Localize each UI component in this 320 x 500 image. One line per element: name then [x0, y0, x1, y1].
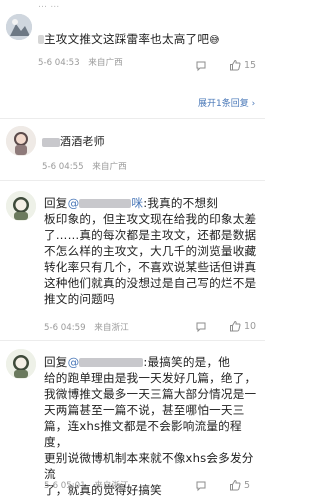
- avatar[interactable]: [6, 349, 36, 379]
- reply-line: 了……真的每次都是主攻文，还都是数据: [44, 228, 257, 242]
- reply-text: 回复@ 咪:我真的不想刻 板印象的，但主攻文现在给我的印象太差 了……真的每次都是…: [44, 195, 262, 307]
- mention-link[interactable]: @ 咪: [68, 196, 144, 210]
- reply-line: 篇，连xhs推文都是不会影响流量的程度，: [44, 419, 242, 449]
- avatar-image: [6, 14, 32, 40]
- reply-line: 这种他们就真的没想过是自己写的烂不是: [44, 276, 257, 290]
- comment-location: 来自浙江: [94, 323, 129, 333]
- comment-location: 来自广西: [88, 58, 123, 68]
- divider: [0, 118, 265, 119]
- divider: [0, 180, 265, 181]
- avatar[interactable]: [6, 14, 32, 40]
- avatar-image: [6, 126, 36, 156]
- avatar-image: [6, 191, 36, 221]
- like-count: 5: [244, 480, 251, 491]
- username-blur: [79, 199, 132, 208]
- avatar-image: [6, 349, 36, 379]
- reply-text: 回复@:最搞笑的是，他 给的跑单理由是我一天发好几篇，绝了， 我微博推文最多一天…: [44, 354, 262, 498]
- reply-line: 天两篇甚至一篇不说，甚至哪怕一天三: [44, 403, 245, 417]
- username[interactable]: 酒酒老师: [42, 134, 105, 150]
- like-count: 15: [244, 60, 257, 71]
- comment-date: 5-6 04:55: [42, 162, 84, 172]
- comment-meta: 5-6 04:55 来自广西: [42, 161, 127, 173]
- comment-text: 主攻文推文这踩雷率也太高了吧😅: [38, 31, 263, 47]
- like-icon[interactable]: [229, 479, 241, 491]
- avatar[interactable]: [6, 191, 36, 221]
- cropped-top-text: … …: [38, 0, 60, 10]
- reply-line: 板印象的，但主攻文现在给我的印象太差: [44, 212, 257, 226]
- chevron-right-icon: ›: [248, 99, 256, 109]
- comment-icon[interactable]: [195, 480, 207, 492]
- comment-date: 5-6 04:59: [44, 323, 86, 333]
- like-icon[interactable]: [229, 320, 241, 332]
- like-icon[interactable]: [229, 59, 241, 71]
- like-count: 10: [244, 321, 257, 332]
- mention-link[interactable]: @: [68, 355, 144, 369]
- reply-line: 回复@ 咪:我真的不想刻: [44, 196, 219, 210]
- expand-replies-link[interactable]: 展开1条回复 ›: [198, 96, 255, 109]
- comment-meta: 5-6 04:53 来自广西: [38, 57, 123, 69]
- comment-icon[interactable]: [195, 321, 207, 333]
- username-blur: [79, 358, 144, 367]
- comment-date: 5-6 05:01: [44, 481, 86, 491]
- reply-line: 回复@:最搞笑的是，他: [44, 355, 231, 369]
- comment-date: 5-6 04:53: [38, 58, 80, 68]
- comment-location: 来自广西: [92, 162, 127, 172]
- reply-line: 推文的问题吗: [44, 292, 115, 306]
- reply-line: 更别说微博机制本来就不像xhs会多发分流: [44, 451, 254, 481]
- comment-meta: 5-6 05:01 来自浙江: [44, 480, 129, 492]
- avatar[interactable]: [6, 126, 36, 156]
- reply-line: 转化率只有几个，不喜欢说某些话但讲真: [44, 260, 257, 274]
- comment-text: … …: [38, 0, 258, 10]
- divider: [0, 340, 265, 341]
- reply-line: 我微博推文最多一天三篇大部分情况是一: [44, 387, 257, 401]
- comment-location: 来自浙江: [94, 481, 129, 491]
- comment-meta: 5-6 04:59 来自浙江: [44, 322, 129, 334]
- replies-expand-bar[interactable]: [38, 75, 258, 76]
- comment-icon[interactable]: [195, 60, 207, 72]
- reply-line: 给的跑单理由是我一天发好几篇，绝了，: [44, 371, 257, 385]
- emoji: 😅: [209, 35, 220, 46]
- reply-line: 不怎么样的主攻文，大几千的浏览量收藏: [44, 244, 257, 258]
- username-blur: [42, 137, 60, 147]
